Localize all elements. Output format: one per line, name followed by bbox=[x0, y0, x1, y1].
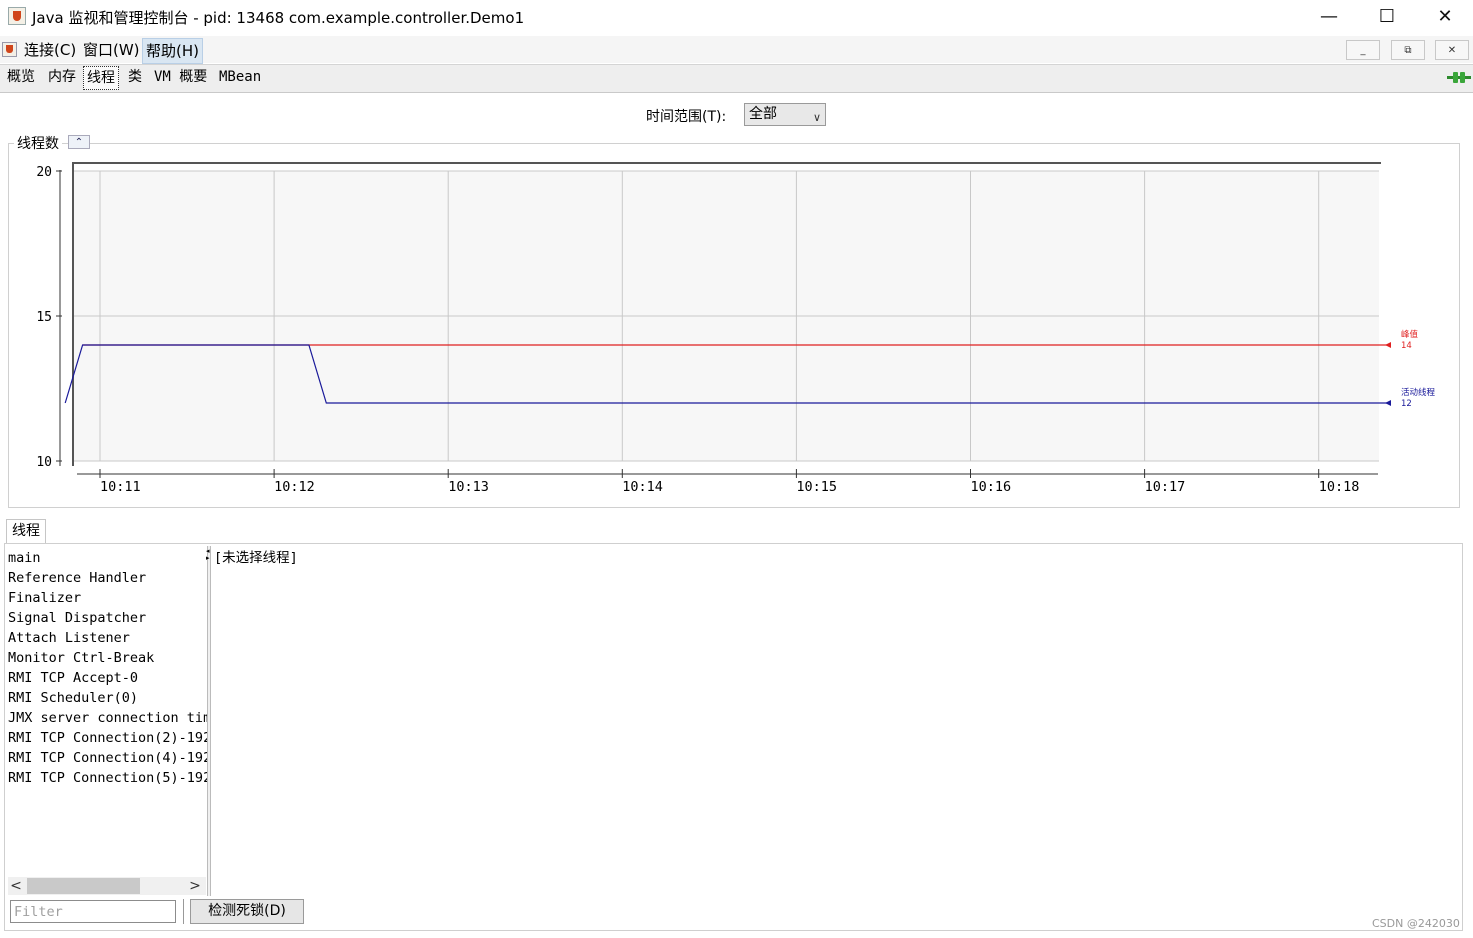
x-tick-label: 10:16 bbox=[971, 479, 1012, 495]
x-tick-label: 10:11 bbox=[100, 479, 141, 495]
series-marker-0 bbox=[1385, 342, 1391, 348]
split-pane-divider[interactable] bbox=[207, 546, 211, 896]
scrollbar-thumb[interactable] bbox=[27, 878, 140, 894]
series-legend: 峰值14 活动线程12 bbox=[1385, 329, 1436, 409]
x-tick-label: 10:14 bbox=[622, 479, 663, 495]
x-tick-label: 10:12 bbox=[274, 479, 315, 495]
watermark: CSDN @242030 bbox=[1372, 917, 1460, 930]
thread-item-finalizer[interactable]: Finalizer bbox=[8, 588, 207, 608]
scroll-left-icon[interactable]: < bbox=[8, 877, 24, 895]
x-tick-label: 10:17 bbox=[1145, 479, 1186, 495]
thread-item-rmi-scheduler[interactable]: RMI Scheduler(0) bbox=[8, 688, 207, 708]
split-arrows-icon[interactable]: ◂ ▸ bbox=[206, 548, 210, 562]
thread-item-reference-handler[interactable]: Reference Handler bbox=[8, 568, 207, 588]
series-name-1: 活动线程 bbox=[1401, 387, 1436, 398]
thread-item-rmi-tcp-accept[interactable]: RMI TCP Accept-0 bbox=[8, 668, 207, 688]
thread-item-attach-listener[interactable]: Attach Listener bbox=[8, 628, 207, 648]
series-marker-1 bbox=[1385, 400, 1391, 406]
y-tick-label: 15 bbox=[36, 310, 52, 325]
thread-item-monitor-ctrl-break[interactable]: Monitor Ctrl-Break bbox=[8, 648, 207, 668]
series-value-1: 12 bbox=[1401, 399, 1412, 409]
y-tick-label: 20 bbox=[36, 165, 52, 180]
tab-thread-list[interactable]: 线程 bbox=[6, 519, 46, 543]
series-value-0: 14 bbox=[1401, 341, 1412, 351]
thread-detail-text: [未选择线程] bbox=[214, 550, 298, 566]
filter-input[interactable] bbox=[10, 900, 176, 923]
thread-panel bbox=[4, 543, 1463, 931]
thread-item-rmi-tcp-connection-4[interactable]: RMI TCP Connection(4)-192 bbox=[8, 748, 207, 768]
thread-item-signal-dispatcher[interactable]: Signal Dispatcher bbox=[8, 608, 207, 628]
thread-item-jmx-server-connection[interactable]: JMX server connection tim bbox=[8, 708, 207, 728]
scroll-right-icon[interactable]: > bbox=[187, 877, 203, 895]
y-tick-label: 10 bbox=[36, 455, 52, 470]
detect-deadlock-button[interactable]: 检测死锁(D) bbox=[190, 899, 304, 924]
x-tick-label: 10:15 bbox=[796, 479, 837, 495]
x-ticks: 10:11 10:12 10:13 10:14 10:15 10:16 10:17 10:18 bbox=[99, 469, 1360, 495]
thread-list[interactable]: main Reference Handler Finalizer Signal … bbox=[8, 548, 207, 878]
series-name-0: 峰值 bbox=[1401, 329, 1419, 340]
toolbar-divider bbox=[183, 899, 184, 924]
x-tick-label: 10:13 bbox=[448, 479, 489, 495]
y-ticks: 20 15 10 bbox=[36, 165, 62, 470]
thread-item-main[interactable]: main bbox=[8, 548, 207, 568]
thread-item-rmi-tcp-connection-2[interactable]: RMI TCP Connection(2)-192 bbox=[8, 728, 207, 748]
x-tick-label: 10:18 bbox=[1319, 479, 1360, 495]
thread-count-chart: 201510 10:11 10:12 10:13 10:14 10:15 10:16 10:… bbox=[36, 162, 1436, 495]
thread-item-rmi-tcp-connection-5[interactable]: RMI TCP Connection(5)-192 bbox=[8, 768, 207, 788]
